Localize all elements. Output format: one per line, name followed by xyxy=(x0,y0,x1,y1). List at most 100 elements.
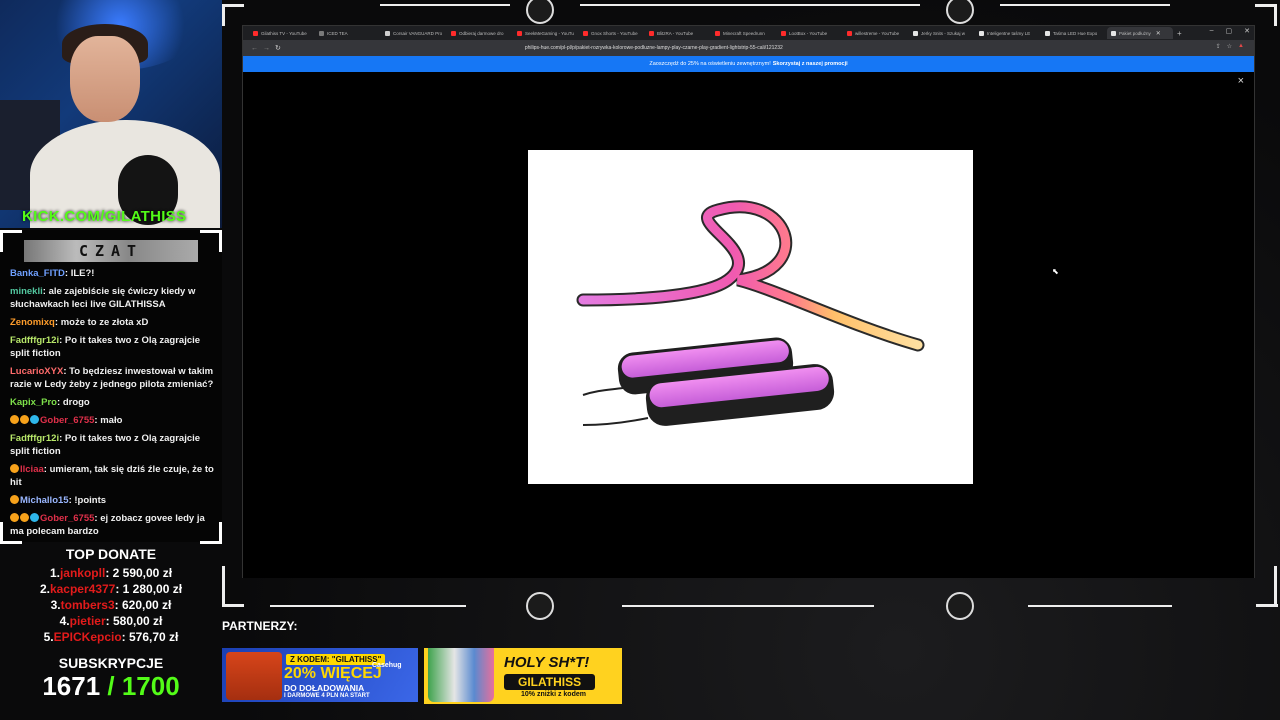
browser-tab[interactable]: Taśma LED Hue Expo xyxy=(1041,27,1107,39)
ad2-discount: 10% zniżki z kodem xyxy=(521,691,586,698)
frame-line xyxy=(1028,605,1172,607)
tab-favicon-icon xyxy=(319,30,324,36)
chat-message-text: drogo xyxy=(62,397,90,408)
url-field[interactable]: philips-hue.com/pl-pl/p/pakiet-rozrywka-… xyxy=(525,45,783,51)
chat-message-text: może to ze złota xD xyxy=(60,317,149,328)
chat-username[interactable]: Fadfffgr12i xyxy=(10,335,59,346)
reload-icon[interactable]: ↻ xyxy=(275,44,281,52)
maximize-button[interactable]: ▢ xyxy=(1226,27,1233,35)
tab-favicon-icon xyxy=(847,30,852,36)
frame-corner xyxy=(1274,566,1277,606)
brand-logo-icon xyxy=(526,0,554,24)
browser-tab[interactable]: Jerky Snits - Szukaj w xyxy=(909,27,975,39)
tab-close-icon[interactable]: ✕ xyxy=(1156,30,1161,37)
star-icon[interactable]: ☆ xyxy=(1227,43,1232,50)
tab-title: SeekMeGaming - YouTu xyxy=(525,30,574,36)
partners-label: PARTNERZY: xyxy=(222,619,298,633)
chat-username[interactable]: Gober_6755 xyxy=(40,513,94,524)
browser-tab[interactable]: Corsair VANGUARD Pro xyxy=(381,27,447,39)
tab-title: Gnox Shorts - YouTube xyxy=(591,30,638,36)
browser-tab[interactable]: Gnox Shorts - YouTube xyxy=(579,27,645,39)
subs-current: 1671 xyxy=(42,671,101,701)
browser-tab[interactable]: Odbieraj darmowe dro xyxy=(447,27,513,39)
chat-username[interactable]: Fadfffgr12i xyxy=(10,433,59,444)
address-bar: ← → ↻ philips-hue.com/pl-pl/p/pakiet-roz… xyxy=(243,40,1254,56)
chat-message: llciaa: umieram, tak się dziś źle czuje,… xyxy=(10,464,214,488)
chat-badge-icon xyxy=(30,513,39,522)
forward-icon[interactable]: → xyxy=(263,45,270,52)
chat-username[interactable]: Michallo15 xyxy=(20,495,69,506)
frame-line xyxy=(580,4,920,6)
frame-line xyxy=(380,4,510,6)
browser-tab[interactable]: BlitzRA - YouTube xyxy=(645,27,711,39)
tab-title: ICED TEA xyxy=(327,30,348,36)
casehug-ad-banner[interactable]: Z KODEM: "GILATHISS" 20% WIĘCEJ DO DOŁAD… xyxy=(222,648,418,702)
browser-tab[interactable]: Pakiet podłużny ✕ xyxy=(1107,27,1173,39)
subs-title: SUBSKRYPCJE xyxy=(58,655,164,671)
brand-logo-icon xyxy=(946,592,974,620)
extension-icon[interactable]: ▲ xyxy=(1238,43,1244,50)
browser-tab[interactable]: Gilathiss TV - YouTube xyxy=(249,27,315,39)
browser-tab[interactable]: LootBox - YouTube xyxy=(777,27,843,39)
tab-favicon-icon xyxy=(913,30,918,36)
tab-favicon-icon xyxy=(517,30,522,36)
chat-message: Gober_6755: mało xyxy=(10,414,215,427)
browser-tab[interactable]: Minecraft Speedrunn xyxy=(711,27,777,39)
ad1-subline: DO DOŁADOWANIA xyxy=(284,683,365,693)
chat-username[interactable]: llciaa xyxy=(20,464,44,475)
donate-entry: 3.tombers3: 620,00 zł xyxy=(0,597,222,613)
browser-tab[interactable]: SeekMeGaming - YouTu xyxy=(513,27,579,39)
tab-title: LootBox - YouTube xyxy=(789,30,828,36)
close-icon[interactable]: × xyxy=(1238,75,1244,87)
chat-username[interactable]: Kapix_Pro xyxy=(10,397,57,408)
promo-banner[interactable]: Zaoszczędź do 25% na oświetleniu zewnętr… xyxy=(243,56,1254,72)
donate-entry: 1.jankopll: 2 590,00 zł xyxy=(0,565,222,581)
tab-title: Minecraft Speedrunn xyxy=(723,30,765,36)
chest-image xyxy=(226,652,282,700)
chat-username[interactable]: minekli xyxy=(10,286,43,297)
stream-overlay: KICK.COM/GILATHISS CZAT Banka_FITD: ILE?… xyxy=(0,0,1280,720)
chat-badge-icon xyxy=(20,513,29,522)
tab-title: Taśma LED Hue Expo xyxy=(1053,30,1098,36)
tab-favicon-icon xyxy=(1111,30,1116,36)
chat-header: CZAT xyxy=(24,240,198,262)
browser-tab[interactable]: ICED TEA xyxy=(315,27,381,39)
tab-title: Odbieraj darmowe dro xyxy=(459,30,504,36)
tab-favicon-icon xyxy=(781,30,786,36)
chat-message: Kapix_Pro: drogo xyxy=(10,397,90,408)
donate-rank: 3. xyxy=(50,598,61,612)
new-tab-button[interactable]: + xyxy=(1177,29,1182,38)
chat-username[interactable]: Gober_6755 xyxy=(40,415,94,426)
donate-amount: : 2 590,00 zł xyxy=(105,566,173,580)
donate-name: EPICKepcio xyxy=(53,630,122,644)
share-icon[interactable]: ⇪ xyxy=(1216,43,1221,50)
tab-title: Jerky Snits - Szukaj w xyxy=(921,30,966,36)
tab-favicon-icon xyxy=(649,30,654,36)
frame-corner xyxy=(1274,4,1277,26)
tab-favicon-icon xyxy=(385,30,390,36)
browser-tab[interactable]: Inteligentne taśmy LE xyxy=(975,27,1041,39)
donate-amount: : 580,00 zł xyxy=(105,614,163,628)
chat-message: Fadfffgr12i: Po it takes two z Olą zagra… xyxy=(10,433,201,457)
donate-name: tombers3 xyxy=(60,598,115,612)
chat-username[interactable]: Banka_FITD xyxy=(10,268,65,279)
product-cans-image xyxy=(428,648,494,702)
minimize-button[interactable]: – xyxy=(1210,27,1214,35)
back-icon[interactable]: ← xyxy=(251,45,258,52)
chat-panel: CZAT Banka_FITD: ILE?! minekli: ale zajeb… xyxy=(0,230,222,542)
chat-message: minekli: ale zajebiście się ćwiczy kiedy… xyxy=(10,286,196,310)
donate-rank: 5. xyxy=(43,630,54,644)
donate-rank: 1. xyxy=(49,566,60,580)
window-controls: – ▢ ✕ xyxy=(1210,27,1250,35)
browser-tab[interactable]: willestreme - YouTube xyxy=(843,27,909,39)
close-window-button[interactable]: ✕ xyxy=(1244,27,1250,35)
brand-logo-icon xyxy=(946,0,974,24)
holy-ad-banner[interactable]: HOLY SH*T! GILATHISS 10% zniżki z kodem xyxy=(424,648,622,704)
chat-username[interactable]: LucarioXYX xyxy=(10,366,63,377)
page-content: × ⬉ xyxy=(243,72,1254,578)
tab-favicon-icon xyxy=(1045,30,1050,36)
chat-username[interactable]: Zenomixq xyxy=(10,317,55,328)
brand-logo-icon xyxy=(526,592,554,620)
promo-link[interactable]: Skorzystaj z naszej promocji xyxy=(773,61,848,67)
promo-text: Zaoszczędź do 25% na oświetleniu zewnętr… xyxy=(649,61,771,67)
